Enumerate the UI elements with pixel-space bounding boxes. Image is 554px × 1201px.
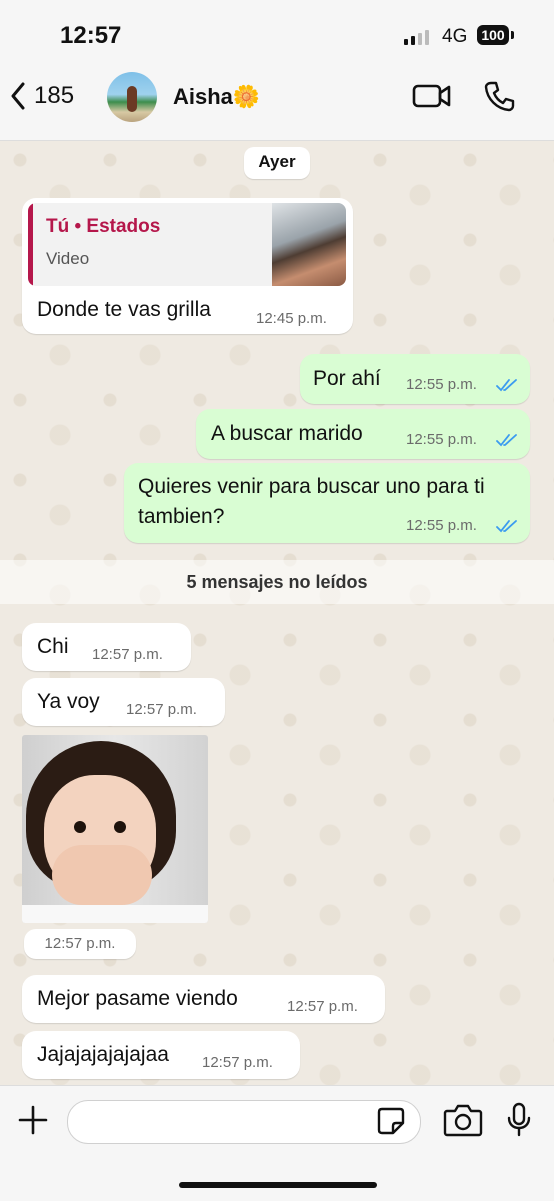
plus-icon[interactable]: [17, 1104, 49, 1136]
double-check-icon: [496, 520, 517, 533]
message-time: 12:57 p.m.: [126, 701, 197, 718]
message-text: Ya voy: [37, 690, 100, 713]
message-time: 12:55 p.m.: [406, 376, 477, 393]
phone-icon[interactable]: [484, 80, 516, 112]
message-bubble-incoming[interactable]: Ya voy 12:57 p.m.: [22, 678, 225, 726]
message-bubble-incoming[interactable]: Tú • Estados Video Donde te vas grilla 1…: [22, 198, 353, 334]
home-indicator: [179, 1182, 377, 1188]
message-input[interactable]: [67, 1100, 421, 1144]
message-time: 12:55 p.m.: [406, 431, 477, 448]
avatar[interactable]: [107, 72, 157, 122]
message-text: Por ahí: [313, 367, 381, 390]
status-bar: 12:57 4G 100: [0, 0, 554, 70]
photo-hand: [52, 845, 152, 905]
date-chip: Ayer: [244, 147, 310, 179]
message-text: Chi: [37, 635, 69, 658]
message-time: 12:57 p.m.: [202, 1054, 273, 1071]
video-call-icon[interactable]: [412, 82, 452, 110]
message-bubble-outgoing[interactable]: Quieres venir para buscar uno para ti ta…: [124, 463, 530, 543]
photo-eye: [74, 821, 86, 833]
message-bubble-incoming[interactable]: Jajajajajajajaa 12:57 p.m.: [22, 1031, 300, 1079]
message-text: A buscar marido: [211, 422, 363, 445]
back-button[interactable]: 185: [10, 82, 74, 110]
network-label: 4G: [442, 26, 468, 47]
unread-divider: 5 mensajes no leídos: [0, 560, 554, 604]
microphone-icon[interactable]: [507, 1102, 531, 1138]
unread-count: 185: [34, 82, 75, 109]
quoted-status[interactable]: Tú • Estados Video: [28, 203, 346, 286]
image-message[interactable]: [22, 735, 208, 923]
quote-subtitle: Video: [46, 249, 90, 268]
quote-thumbnail: [272, 203, 346, 286]
quote-title: Tú • Estados: [46, 216, 161, 237]
message-text: Donde te vas grilla: [37, 298, 211, 321]
message-time: 12:57 p.m.: [92, 646, 163, 663]
message-time: 12:57 p.m.: [287, 998, 358, 1015]
chevron-left-icon: [11, 82, 25, 110]
message-text: Mejor pasame viendo: [37, 987, 238, 1010]
quote-accent-bar: [28, 203, 33, 286]
sticker-icon[interactable]: [376, 1106, 406, 1136]
message-time: 12:45 p.m.: [256, 310, 327, 327]
signal-icon: [404, 30, 429, 45]
message-time: 12:55 p.m.: [406, 517, 477, 534]
message-bubble-incoming[interactable]: Mejor pasame viendo 12:57 p.m.: [22, 975, 385, 1023]
message-text: Jajajajajajajaa: [37, 1043, 169, 1066]
battery-icon: 100: [477, 25, 514, 45]
double-check-icon: [496, 434, 517, 447]
message-bubble-outgoing[interactable]: A buscar marido 12:55 p.m.: [196, 409, 530, 459]
camera-icon[interactable]: [443, 1103, 483, 1137]
photo-shirt: [22, 905, 208, 923]
message-bubble-incoming[interactable]: Chi 12:57 p.m.: [22, 623, 191, 671]
status-time: 12:57: [60, 22, 122, 49]
double-check-icon: [496, 379, 517, 392]
contact-name[interactable]: Aisha🌼: [173, 84, 260, 110]
image-message-time: 12:57 p.m.: [24, 929, 136, 959]
chat-header: 185 Aisha🌼: [0, 70, 554, 141]
photo-eye: [114, 821, 126, 833]
message-bubble-outgoing[interactable]: Por ahí 12:55 p.m.: [300, 354, 530, 404]
